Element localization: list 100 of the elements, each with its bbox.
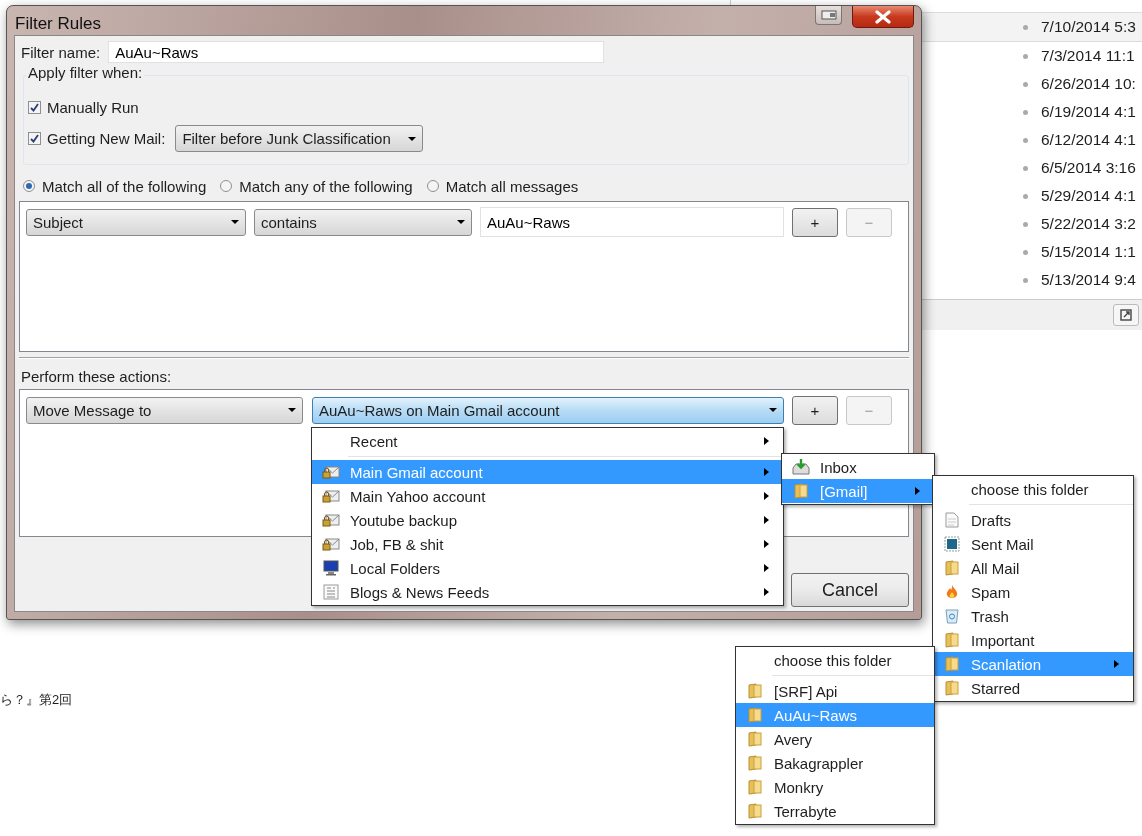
add-button[interactable]: + <box>792 207 838 237</box>
checkmark-icon <box>29 133 40 144</box>
radio-button[interactable] <box>220 180 233 192</box>
menu-item-label: Starred <box>971 679 1022 697</box>
submenu-arrow-icon <box>764 540 769 548</box>
menu-item[interactable]: Terrabyte <box>736 799 934 823</box>
radio-label: Match all of the following <box>42 177 207 195</box>
bullet-icon <box>1023 53 1028 59</box>
menu-item[interactable]: Monkry <box>736 775 934 799</box>
menu-item-label: Bakagrappler <box>774 754 865 772</box>
menu-item-label: Youtube backup <box>350 511 459 529</box>
date-text: 6/19/2014 4:1 <box>1041 103 1136 121</box>
menu-item[interactable]: [SRF] Api <box>736 679 934 703</box>
trash-icon <box>945 608 959 624</box>
menu-item-label: Trash <box>971 607 1010 625</box>
folder-icon <box>748 803 762 819</box>
popout-button[interactable] <box>1113 304 1139 326</box>
submenu-arrow-icon <box>1114 660 1119 668</box>
cancel-button[interactable]: Cancel <box>791 573 909 607</box>
folder-icon <box>794 483 808 499</box>
radio-button[interactable] <box>23 180 35 192</box>
menu-item[interactable]: Spam <box>933 580 1133 604</box>
radio-label: Match any of the following <box>239 177 413 195</box>
computer-icon <box>323 560 339 576</box>
folder-icon <box>748 683 762 699</box>
date-text: 6/12/2014 4:1 <box>1041 131 1136 149</box>
checkbox[interactable] <box>28 132 41 145</box>
submenu-arrow-icon <box>764 564 769 572</box>
menu-item[interactable]: All Mail <box>933 556 1133 580</box>
date-text: 6/26/2014 10: <box>1041 75 1136 93</box>
bullet-icon <box>1023 109 1028 115</box>
menu-item-label: choose this folder <box>971 480 1090 498</box>
menu-item-label: Sent Mail <box>971 535 1035 553</box>
menu-item-label: [SRF] Api <box>774 682 839 700</box>
folder-icon <box>945 560 959 576</box>
bullet-icon <box>1023 81 1028 87</box>
menu-item-label: Scanlation <box>971 655 1043 673</box>
menu-item[interactable]: Trash <box>933 604 1133 628</box>
window-title: Filter Rules <box>14 13 102 34</box>
window-mode-button[interactable] <box>815 6 842 25</box>
folder-icon <box>945 656 959 672</box>
flame-icon <box>945 584 959 600</box>
menu-item[interactable]: Blogs & News Feeds <box>312 580 783 604</box>
folder-icon <box>945 680 959 696</box>
menu-item-label: Main Gmail account <box>350 463 484 481</box>
menu-item[interactable]: Important <box>933 628 1133 652</box>
page-text-fragment: ら？』第2回 <box>0 691 73 709</box>
menu-item[interactable]: Avery <box>736 727 934 751</box>
menu-item-label: Important <box>971 631 1036 649</box>
newspaper-icon <box>323 584 339 600</box>
menu-item-label: Avery <box>774 730 814 748</box>
menu-item-label: Drafts <box>971 511 1012 529</box>
date-text: 5/22/2014 3:2 <box>1041 215 1136 233</box>
submenu-arrow-icon <box>764 492 769 500</box>
date-text: 6/5/2014 3:16 <box>1041 159 1136 177</box>
close-icon <box>874 9 892 24</box>
menu-item-label: All Mail <box>971 559 1021 577</box>
menu-item[interactable]: Local Folders <box>312 556 783 580</box>
folder-icon <box>748 731 762 747</box>
bullet-icon <box>1023 24 1028 30</box>
field-dropdown[interactable]: Subject <box>26 208 246 236</box>
menu-item-label: choose this folder <box>774 651 893 669</box>
menu-item-label: Monkry <box>774 778 825 796</box>
radio-button[interactable] <box>426 180 439 192</box>
inbox-icon <box>792 458 810 476</box>
menu-item[interactable]: Drafts <box>933 508 1133 532</box>
mail-account-icon <box>322 488 340 504</box>
checkbox-label: Getting New Mail: <box>47 130 166 147</box>
close-button[interactable] <box>852 6 914 28</box>
menu-item[interactable]: Main Yahoo account <box>312 484 783 508</box>
mail-account-icon <box>322 536 340 552</box>
checkmark-icon <box>29 102 40 113</box>
menu-item-label: Local Folders <box>350 559 442 577</box>
checkbox[interactable] <box>28 101 41 114</box>
action-dropdown[interactable]: Move Message to <box>26 396 303 424</box>
radio-label: Match all messages <box>445 177 579 195</box>
document-icon <box>945 512 959 528</box>
menu-item[interactable]: Inbox <box>782 455 934 479</box>
menu-item-label: Main Yahoo account <box>350 487 487 505</box>
stamp-icon <box>944 536 960 552</box>
menu-item[interactable]: Job, FB & shit <box>312 532 783 556</box>
submenu-arrow-icon <box>764 437 769 445</box>
folder-dropdown[interactable]: AuAu~Raws on Main Gmail account <box>312 396 784 424</box>
junk-dropdown[interactable]: Filter before Junk Classification <box>175 125 424 152</box>
bullet-icon <box>1023 137 1028 143</box>
folder-icon <box>748 779 762 795</box>
date-text: 5/13/2014 9:4 <box>1041 271 1136 289</box>
operator-dropdown[interactable]: contains <box>254 208 472 236</box>
bullet-icon <box>1023 277 1028 283</box>
menu-item[interactable]: Youtube backup <box>312 508 783 532</box>
mail-account-icon <box>322 464 340 480</box>
add-button[interactable]: + <box>792 395 838 425</box>
menu-item[interactable]: Bakagrappler <box>736 751 934 775</box>
group-label: Apply filter when: <box>26 64 145 81</box>
actions-label: Perform these actions: <box>20 367 173 385</box>
date-text: 7/3/2014 11:1 <box>1041 47 1135 65</box>
menu-item[interactable]: Starred <box>933 676 1133 700</box>
filter-name-field[interactable]: AuAu~Raws <box>108 41 605 63</box>
menu-item[interactable]: Sent Mail <box>933 532 1133 556</box>
condition-value-field[interactable]: AuAu~Raws <box>480 207 784 237</box>
